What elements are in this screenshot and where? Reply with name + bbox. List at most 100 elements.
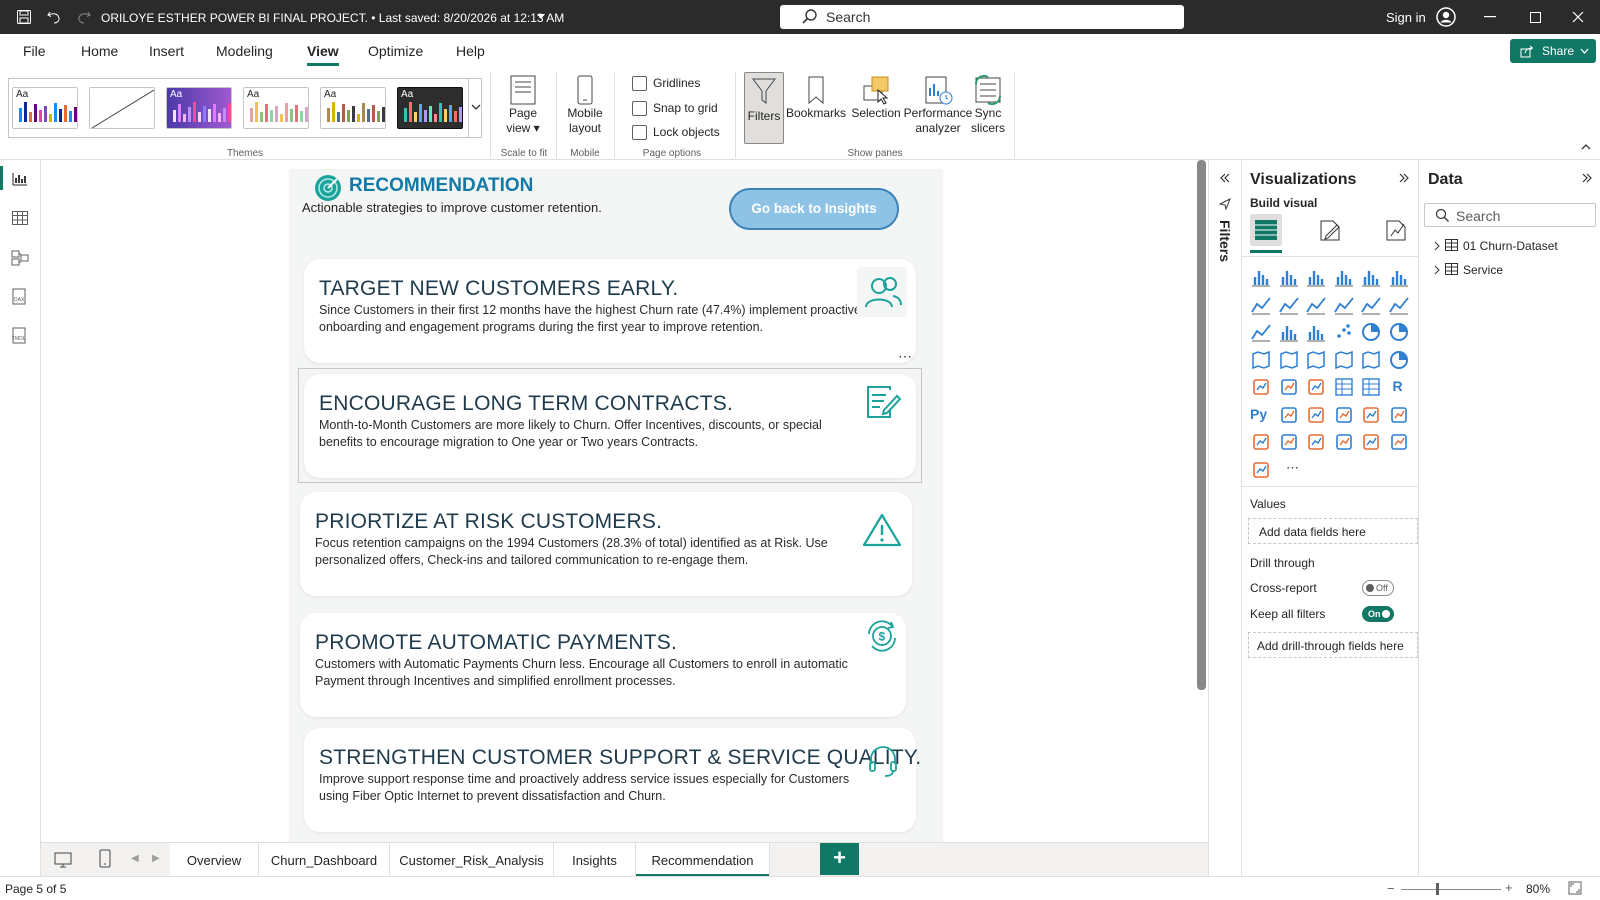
- theme-purple[interactable]: Aa: [166, 87, 232, 129]
- stacked-bar-chart-icon[interactable]: [1250, 266, 1272, 288]
- tab-customer-risk-analysis[interactable]: Customer_Risk_Analysis: [390, 843, 554, 877]
- python-visual-icon[interactable]: Py: [1250, 404, 1272, 426]
- sign-in-link[interactable]: Sign in: [1386, 10, 1426, 25]
- power-automate-icon[interactable]: [1305, 431, 1327, 453]
- theme-pastel[interactable]: Aa: [243, 87, 309, 129]
- filled-map-icon[interactable]: [1305, 349, 1327, 371]
- recommendation-card[interactable]: ENCOURAGE LONG TERM CONTRACTS. Month-to-…: [304, 374, 916, 478]
- menu-view[interactable]: View: [307, 43, 339, 66]
- clustered-bar-chart-icon[interactable]: [1305, 266, 1327, 288]
- values-dropzone[interactable]: Add data fields here: [1248, 518, 1418, 544]
- undo-icon[interactable]: [46, 9, 62, 25]
- card-icon[interactable]: [1250, 376, 1272, 398]
- minimize-icon[interactable]: [1484, 16, 1496, 18]
- themes-expand-button[interactable]: [468, 79, 482, 137]
- zoom-out-button[interactable]: −: [1387, 881, 1395, 896]
- power-apps-icon[interactable]: [1278, 431, 1300, 453]
- scatter-chart-icon[interactable]: [1333, 321, 1355, 343]
- theme-dark[interactable]: Aa: [397, 87, 463, 129]
- funnel-chart-icon[interactable]: [1305, 321, 1327, 343]
- line-and-stacked-column-chart-icon[interactable]: [1388, 294, 1410, 316]
- zoom-slider-thumb[interactable]: [1436, 883, 1439, 895]
- more-visuals-icon[interactable]: ⋯: [1286, 460, 1299, 476]
- model-view-icon[interactable]: [11, 250, 29, 266]
- image-icon[interactable]: [1333, 431, 1355, 453]
- 100-percent-area-chart-icon[interactable]: [1333, 294, 1355, 316]
- menu-modeling[interactable]: Modeling: [216, 43, 273, 59]
- zoom-in-button[interactable]: +: [1505, 880, 1513, 895]
- multi-row-card-icon[interactable]: [1278, 376, 1300, 398]
- selection-pane-button[interactable]: Selection: [848, 74, 904, 121]
- tmdl-view-icon[interactable]: TMDL: [11, 327, 31, 345]
- back-to-insights-button[interactable]: Go back to Insights: [729, 188, 899, 230]
- fit-to-page-icon[interactable]: [1568, 881, 1582, 895]
- dax-query-view-icon[interactable]: DAX: [11, 288, 29, 306]
- keep-filters-toggle[interactable]: On: [1362, 606, 1394, 622]
- bookmarks-pane-button[interactable]: Bookmarks: [786, 74, 846, 121]
- redo-icon[interactable]: [76, 9, 92, 25]
- stacked-area-chart-icon[interactable]: [1305, 294, 1327, 316]
- tab-scroll-left-icon[interactable]: ◀: [131, 853, 139, 864]
- button-icon[interactable]: [1388, 431, 1410, 453]
- desktop-view-icon[interactable]: [53, 850, 73, 870]
- donut-chart-icon[interactable]: [1388, 321, 1410, 343]
- stacked-column-chart-icon[interactable]: [1278, 266, 1300, 288]
- azure-map-icon[interactable]: [1360, 349, 1382, 371]
- kpi-icon[interactable]: [1360, 431, 1382, 453]
- menu-file[interactable]: File: [23, 43, 46, 59]
- mobile-view-icon[interactable]: [98, 849, 112, 869]
- table-view-icon[interactable]: [11, 210, 29, 226]
- theme-default[interactable]: Aa: [12, 87, 78, 129]
- ribbon-chart-icon[interactable]: [1250, 321, 1272, 343]
- collapse-visualizations-icon[interactable]: [1398, 172, 1410, 184]
- sync-slicers-button[interactable]: Sync slicers: [968, 74, 1008, 136]
- gauge-icon[interactable]: [1388, 349, 1410, 371]
- zoom-slider[interactable]: [1401, 889, 1501, 890]
- 100-percent-bar-chart-icon[interactable]: [1360, 266, 1382, 288]
- smart-narrative-icon[interactable]: [1360, 404, 1382, 426]
- page-view-button[interactable]: Page view ▾: [498, 74, 548, 136]
- matrix-icon[interactable]: [1360, 376, 1382, 398]
- mobile-layout-button[interactable]: Mobile layout: [559, 74, 611, 136]
- collapse-data-pane-icon[interactable]: [1581, 172, 1593, 184]
- analytics-icon[interactable]: [1382, 216, 1410, 244]
- data-search-input[interactable]: Search: [1424, 203, 1596, 227]
- report-view-icon[interactable]: [11, 171, 29, 187]
- performance-analyzer-button[interactable]: Performance analyzer: [902, 74, 974, 136]
- build-visual-tab[interactable]: [1250, 214, 1282, 246]
- expand-chevron-icon[interactable]: [1433, 241, 1441, 251]
- expand-filters-icon[interactable]: [1219, 172, 1231, 184]
- expand-chevron-icon[interactable]: [1433, 265, 1441, 275]
- slicer-icon[interactable]: [1305, 376, 1327, 398]
- canvas-scrollbar[interactable]: [1197, 160, 1206, 690]
- table-icon[interactable]: [1333, 376, 1355, 398]
- tab-overview[interactable]: Overview: [170, 843, 259, 877]
- collapse-ribbon-icon[interactable]: [1580, 142, 1592, 152]
- menu-optimize[interactable]: Optimize: [368, 43, 423, 59]
- pie-chart-icon[interactable]: [1360, 321, 1382, 343]
- cross-report-toggle[interactable]: Off: [1362, 580, 1394, 596]
- theme-earth[interactable]: Aa: [320, 87, 386, 129]
- menu-home[interactable]: Home: [81, 43, 118, 59]
- add-page-button[interactable]: +: [820, 843, 859, 875]
- decomposition-tree-icon[interactable]: [1305, 404, 1327, 426]
- share-button[interactable]: Share: [1510, 39, 1596, 63]
- clustered-column-chart-icon[interactable]: [1333, 266, 1355, 288]
- menu-help[interactable]: Help: [456, 43, 485, 59]
- tab-scroll-right-icon[interactable]: ▶: [152, 853, 160, 864]
- line-and-column-chart-icon[interactable]: [1360, 294, 1382, 316]
- 100-percent-column-chart-icon[interactable]: [1388, 266, 1410, 288]
- more-options-icon[interactable]: ⋯: [898, 348, 913, 365]
- area-chart-icon[interactable]: [1278, 294, 1300, 316]
- metrics-icon[interactable]: [1250, 431, 1272, 453]
- zoom-level[interactable]: 80%: [1526, 882, 1550, 896]
- close-icon[interactable]: [1572, 11, 1584, 23]
- qa-icon[interactable]: [1333, 404, 1355, 426]
- r-visual-icon[interactable]: R: [1388, 376, 1410, 398]
- shape-map-icon[interactable]: [1333, 349, 1355, 371]
- format-visual-icon[interactable]: [1316, 216, 1344, 244]
- narrative-icon[interactable]: [1250, 459, 1272, 481]
- key-influencers-icon[interactable]: [1278, 404, 1300, 426]
- maximize-icon[interactable]: [1530, 12, 1541, 23]
- tab-recommendation[interactable]: Recommendation: [636, 843, 770, 877]
